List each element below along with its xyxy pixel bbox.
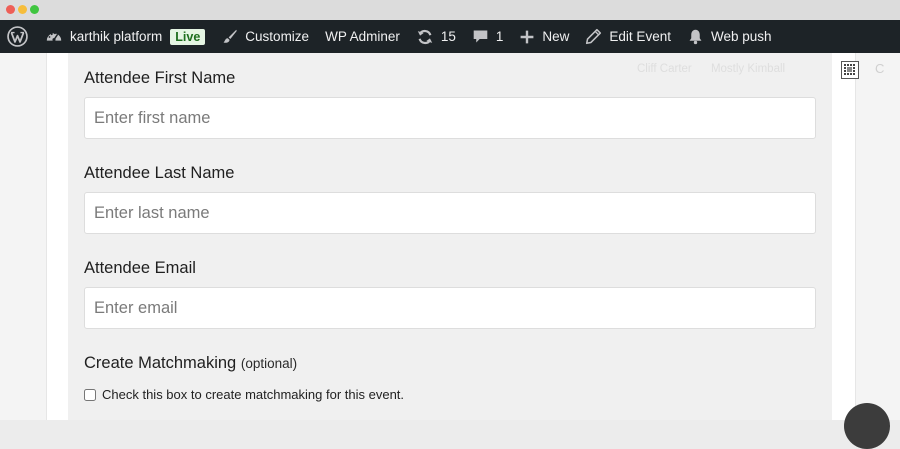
matchmaking-checkbox-row[interactable]: Check this box to create matchmaking for… [84,387,404,402]
new-content-menu[interactable]: New [511,20,577,53]
site-name-label: karthik platform [70,29,163,44]
page-content: Cliff Carter Mostly Kimball C Attendee F… [0,53,900,449]
wp-adminer-label: WP Adminer [325,29,400,44]
comments-count: 1 [495,29,504,44]
optional-note: (optional) [240,356,298,371]
matchmaking-checkbox-label: Check this box to create matchmaking for… [102,387,405,402]
wp-logo-menu[interactable] [0,20,36,53]
faded-header-text: Cliff Carter Mostly Kimball [637,63,801,75]
updates-count: 15 [440,29,456,44]
brush-icon [223,29,238,43]
first-name-input[interactable] [84,97,816,139]
updates-menu[interactable]: 15 [408,20,464,53]
wordpress-logo-icon [7,26,28,47]
faded-header-item: Cliff Carter [637,63,692,75]
faded-corner-glyph: C [875,61,885,76]
window-minimize-dot[interactable] [18,5,27,14]
customize-menu[interactable]: Customize [213,20,317,53]
edit-event-label: Edit Event [609,29,671,44]
grid-icon[interactable] [841,61,859,79]
faded-header-item: Mostly Kimball [710,63,786,75]
email-label: Attendee Email [84,259,196,277]
last-name-input[interactable] [84,192,816,234]
last-name-label: Attendee Last Name [84,164,235,182]
window-zoom-dot[interactable] [30,5,39,14]
bell-icon [689,29,702,45]
comment-bubble-icon [473,30,488,43]
matchmaking-checkbox[interactable] [84,388,96,401]
first-name-label: Attendee First Name [84,69,236,87]
site-name-menu[interactable]: karthik platform Live [36,20,213,53]
new-label: New [542,29,570,44]
wp-admin-bar: karthik platform Live Customize WP Admin… [0,20,900,53]
matchmaking-title: Create Matchmaking [84,354,237,372]
live-status-badge: Live [170,28,206,45]
matchmaking-label: Create Matchmaking (optional) [84,354,297,373]
edit-event-menu[interactable]: Edit Event [577,20,679,53]
pencil-icon [586,28,602,45]
web-push-label: Web push [710,29,772,44]
web-push-menu[interactable]: Web push [679,20,780,53]
plus-icon [521,30,534,43]
customize-label: Customize [245,29,310,44]
window-close-dot[interactable] [6,5,15,14]
wp-adminer-menu[interactable]: WP Adminer [317,20,408,53]
refresh-icon [417,29,433,44]
comments-menu[interactable]: 1 [464,20,512,53]
dashboard-gauge-icon [46,32,62,41]
email-input[interactable] [84,287,816,329]
browser-chrome [0,0,900,20]
grid-dots-icon [844,64,855,75]
floating-action-button[interactable] [844,403,890,449]
